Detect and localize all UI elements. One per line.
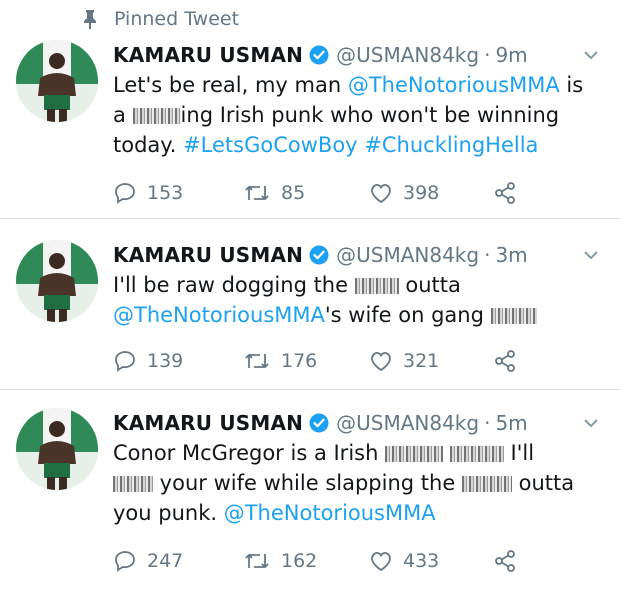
author-name[interactable]: KAMARU USMAN xyxy=(113,43,303,67)
hashtag-link[interactable]: #ChucklingHella xyxy=(364,133,538,157)
author-handle[interactable]: @USMAN84kg xyxy=(336,243,479,267)
tweet-header: KAMARU USMAN @USMAN84kg · 3m xyxy=(113,240,600,270)
censored-word xyxy=(461,476,512,492)
share-button[interactable] xyxy=(493,349,517,373)
tweet-divider xyxy=(0,218,620,219)
separator-dot: · xyxy=(484,243,491,267)
author-name[interactable]: KAMARU USMAN xyxy=(113,243,303,267)
censored-word xyxy=(354,278,399,294)
like-count: 398 xyxy=(403,182,440,204)
reply-icon xyxy=(115,351,135,372)
tweet-actions: 247 162 433 xyxy=(113,546,517,576)
reply-count: 247 xyxy=(147,550,184,572)
retweet-count: 85 xyxy=(281,182,306,204)
separator-dot: · xyxy=(484,411,491,435)
heart-icon xyxy=(371,552,391,572)
share-icon xyxy=(495,550,515,572)
share-icon xyxy=(495,350,515,372)
pinned-text: Pinned Tweet xyxy=(114,8,240,30)
pinned-tweet-label: Pinned Tweet xyxy=(80,4,239,34)
avatar[interactable] xyxy=(16,40,98,122)
share-button[interactable] xyxy=(493,181,517,205)
tweet-header: KAMARU USMAN @USMAN84kg · 5m xyxy=(113,408,600,438)
tweet-time[interactable]: 9m xyxy=(495,43,527,67)
retweet-button[interactable]: 85 xyxy=(243,182,369,204)
like-button[interactable]: 321 xyxy=(369,350,493,372)
retweet-button[interactable]: 176 xyxy=(243,350,369,372)
tweet-actions: 153 85 398 xyxy=(113,178,517,208)
author-name[interactable]: KAMARU USMAN xyxy=(113,411,303,435)
tweet-divider xyxy=(0,389,620,390)
chevron-down-icon[interactable] xyxy=(582,414,600,432)
tweet[interactable]: KAMARU USMAN @USMAN84kg · 9m Let's be re… xyxy=(0,40,620,220)
share-icon xyxy=(495,182,515,204)
censored-word xyxy=(132,108,181,124)
reply-icon xyxy=(115,183,135,204)
like-count: 433 xyxy=(403,550,440,572)
chevron-down-icon[interactable] xyxy=(582,246,600,264)
like-button[interactable]: 433 xyxy=(369,550,493,572)
avatar[interactable] xyxy=(16,408,98,490)
reply-count: 153 xyxy=(147,182,184,204)
censored-word xyxy=(385,446,444,462)
verified-icon xyxy=(309,245,329,265)
author-handle[interactable]: @USMAN84kg xyxy=(336,411,479,435)
hashtag-link[interactable]: #LetsGoCowBoy xyxy=(183,133,358,157)
tweet-time[interactable]: 3m xyxy=(495,243,527,267)
retweet-icon xyxy=(245,186,269,200)
tweet-text: Let's be real, my man @TheNotoriousMMA i… xyxy=(113,73,584,157)
reply-button[interactable]: 139 xyxy=(113,349,243,373)
pin-icon xyxy=(80,9,100,29)
heart-icon xyxy=(371,352,391,372)
tweet-text: I'll be raw dogging the outta @TheNotori… xyxy=(113,270,600,330)
mention-link[interactable]: @TheNotoriousMMA xyxy=(113,303,325,327)
tweet[interactable]: KAMARU USMAN @USMAN84kg · 3m I'll be raw… xyxy=(0,240,620,390)
reply-button[interactable]: 247 xyxy=(113,549,243,573)
tweet-text: Conor McGregor is a Irish I'll your wife… xyxy=(113,441,575,525)
separator-dot: · xyxy=(484,43,491,67)
like-count: 321 xyxy=(403,350,440,372)
mention-link[interactable]: @TheNotoriousMMA xyxy=(224,501,436,525)
retweet-icon xyxy=(245,354,269,368)
mention-link[interactable]: @TheNotoriousMMA xyxy=(348,73,560,97)
tweet[interactable]: KAMARU USMAN @USMAN84kg · 5m Conor McGre… xyxy=(0,408,620,588)
verified-icon xyxy=(309,413,329,433)
retweet-count: 176 xyxy=(281,350,318,372)
tweet-header: KAMARU USMAN @USMAN84kg · 9m xyxy=(113,40,600,70)
tweet-actions: 139 176 321 xyxy=(113,346,517,376)
verified-icon xyxy=(309,45,329,65)
censored-word xyxy=(449,446,504,462)
chevron-down-icon[interactable] xyxy=(582,46,600,64)
reply-count: 139 xyxy=(147,350,184,372)
tweet-time[interactable]: 5m xyxy=(495,411,527,435)
share-button[interactable] xyxy=(493,549,517,573)
retweet-icon xyxy=(245,554,269,568)
author-handle[interactable]: @USMAN84kg xyxy=(336,43,479,67)
reply-icon xyxy=(115,551,135,572)
heart-icon xyxy=(371,184,391,204)
retweet-button[interactable]: 162 xyxy=(243,550,369,572)
censored-word xyxy=(113,476,153,492)
reply-button[interactable]: 153 xyxy=(113,181,243,205)
avatar[interactable] xyxy=(16,240,98,322)
retweet-count: 162 xyxy=(281,550,318,572)
like-button[interactable]: 398 xyxy=(369,182,493,204)
censored-word xyxy=(490,308,537,324)
